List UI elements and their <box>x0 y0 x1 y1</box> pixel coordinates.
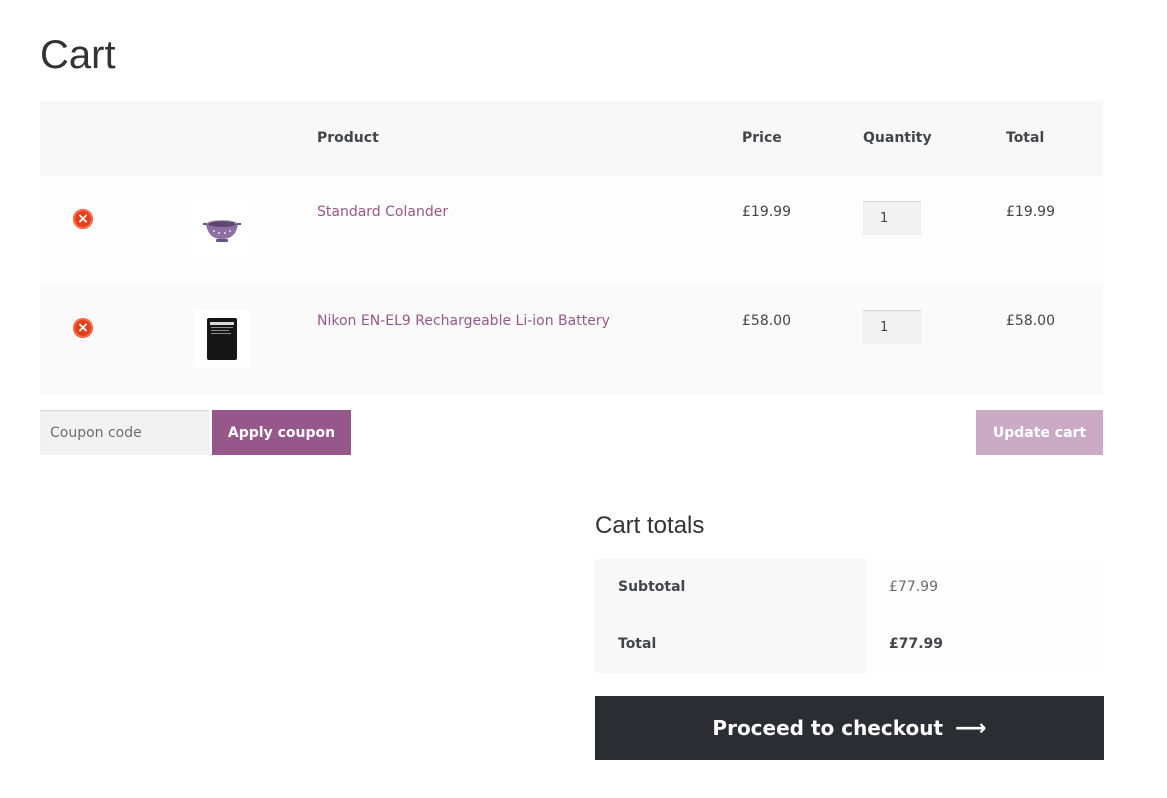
cart-table-header: Product Price Quantity Total <box>40 101 1103 176</box>
total-row: Total £77.99 <box>595 616 1103 673</box>
arrow-right-icon: ⟶ <box>955 715 987 741</box>
total-value: £77.99 <box>889 636 944 652</box>
remove-icon[interactable]: × <box>73 318 93 338</box>
cart-table: Product Price Quantity Total × Standard … <box>40 101 1103 394</box>
header-quantity: Quantity <box>863 130 932 146</box>
colander-image <box>202 219 241 242</box>
product-link[interactable]: Standard Colander <box>317 204 448 220</box>
quantity-input[interactable] <box>863 310 921 344</box>
cart-page: Cart Product Price Quantity Total × Stan… <box>0 0 1167 798</box>
quantity-input[interactable] <box>863 201 921 235</box>
header-product: Product <box>317 130 379 146</box>
subtotal-row: Subtotal £77.99 <box>595 559 1103 616</box>
cart-row: × Standard Colander £19.99 £19.99 <box>40 176 1103 285</box>
coupon-code-input[interactable] <box>40 410 209 455</box>
cart-totals-table: Subtotal £77.99 Total £77.99 <box>595 559 1103 673</box>
update-cart-button[interactable]: Update cart <box>976 410 1103 455</box>
product-thumbnail-battery[interactable] <box>193 310 250 367</box>
product-price: £19.99 <box>742 204 791 220</box>
product-link[interactable]: Nikon EN-EL9 Rechargeable Li-ion Battery <box>317 313 610 329</box>
page-title: Cart <box>40 33 116 77</box>
apply-coupon-button[interactable]: Apply coupon <box>212 410 351 455</box>
cart-totals-title: Cart totals <box>595 512 705 539</box>
product-subtotal: £58.00 <box>1006 313 1055 329</box>
total-label: Total <box>618 636 657 652</box>
checkout-label: Proceed to checkout <box>712 716 944 740</box>
product-subtotal: £19.99 <box>1006 204 1055 220</box>
product-thumbnail-colander[interactable] <box>193 201 250 258</box>
proceed-to-checkout-button[interactable]: Proceed to checkout ⟶ <box>595 696 1104 760</box>
cart-row: × Nikon EN-EL9 Rechargeable Li-ion Batte… <box>40 285 1103 394</box>
product-price: £58.00 <box>742 313 791 329</box>
subtotal-value: £77.99 <box>889 579 938 595</box>
remove-icon[interactable]: × <box>73 209 93 229</box>
battery-image <box>206 317 237 360</box>
header-total: Total <box>1006 130 1045 146</box>
header-price: Price <box>742 130 782 146</box>
subtotal-label: Subtotal <box>618 579 686 595</box>
